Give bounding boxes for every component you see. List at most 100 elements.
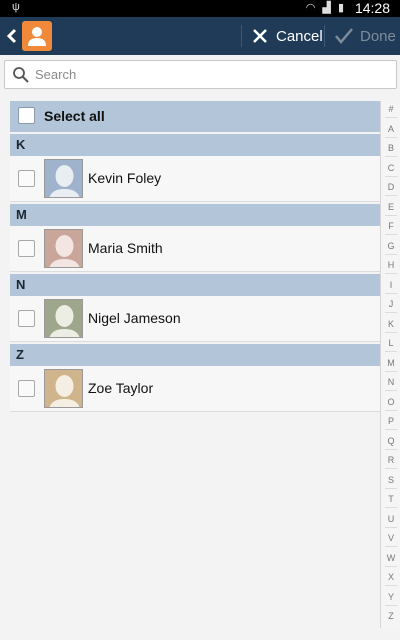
status-bar: ψ ◠ ▟ ▮ 14:28 [0,0,400,17]
checkmark-icon [335,28,353,44]
index-letter[interactable]: Z [381,611,400,621]
index-letter[interactable]: S [381,475,400,485]
contact-name: Maria Smith [88,240,163,256]
action-divider [241,25,242,47]
select-all-row[interactable]: Select all [10,101,380,132]
search-placeholder: Search [35,67,77,82]
search-bar: Search [0,55,400,93]
index-letter[interactable]: L [381,338,400,348]
status-icons: ◠ ▟ ▮ [306,1,346,14]
index-letter[interactable]: F [381,221,400,231]
index-letter[interactable]: O [381,397,400,407]
index-letter[interactable]: X [381,572,400,582]
index-divider [385,175,397,177]
index-divider [385,234,397,235]
index-divider [385,526,397,528]
index-letter[interactable]: U [381,514,400,524]
index-divider [385,156,397,157]
chevron-left-icon [6,28,17,44]
index-divider [385,351,397,352]
person-avatar-icon [49,235,80,267]
status-clock: 14:28 [354,0,390,16]
contact-row[interactable]: Nigel Jameson [10,296,380,342]
index-letter[interactable]: # [381,104,400,114]
avatar [44,299,83,338]
index-divider [385,136,397,138]
index-divider [385,546,397,547]
index-divider [385,448,397,450]
index-divider [385,429,397,430]
index-letter[interactable]: D [381,182,400,192]
index-divider [385,331,397,333]
index-letter[interactable]: W [381,553,400,563]
index-letter[interactable]: T [381,494,400,504]
index-letter[interactable]: B [381,143,400,153]
section-letter: M [16,207,27,222]
person-avatar-icon [49,165,80,197]
alphabet-index[interactable]: # A B C D E F G H I J K L M N O P Q R S T U V W X Y Z [380,101,400,628]
section-header-n: N [10,274,380,296]
usb-icon: ψ [12,1,20,13]
index-letter[interactable]: K [381,319,400,329]
action-bar: Cancel Done [0,17,400,55]
index-letter[interactable]: P [381,416,400,426]
index-divider [385,507,397,508]
index-letter[interactable]: Q [381,436,400,446]
index-letter[interactable]: Y [381,592,400,602]
index-letter[interactable]: G [381,241,400,251]
person-avatar-icon [49,305,80,337]
select-all-label: Select all [44,108,105,124]
search-icon [13,67,29,83]
index-letter[interactable]: N [381,377,400,387]
section-header-z: Z [10,344,380,366]
person-avatar-icon [49,375,80,407]
index-divider [385,117,397,118]
contacts-app-icon[interactable] [22,21,52,51]
index-letter[interactable]: E [381,202,400,212]
section-letter: N [16,277,26,292]
close-icon [253,29,267,43]
index-divider [385,195,397,196]
person-icon [28,27,46,46]
contact-checkbox[interactable] [18,170,35,187]
cancel-button[interactable]: Cancel [248,17,324,55]
action-divider [324,25,325,47]
contact-row[interactable]: Zoe Taylor [10,366,380,412]
avatar [44,159,83,198]
section-header-m: M [10,204,380,226]
index-divider [385,565,397,567]
done-label: Done [360,28,396,45]
done-button[interactable]: Done [330,17,396,55]
section-letter: K [16,137,26,152]
section-letter: Z [16,347,24,362]
index-letter[interactable]: I [381,280,400,290]
index-divider [385,273,397,274]
contact-row[interactable]: Maria Smith [10,226,380,272]
index-letter[interactable]: M [381,358,400,368]
contact-checkbox[interactable] [18,310,35,327]
battery-icon: ▮ [337,2,346,14]
signal-icon: ▟ [322,2,333,14]
index-divider [385,487,397,489]
index-divider [385,312,397,313]
select-all-checkbox[interactable] [18,107,35,124]
contact-row[interactable]: Kevin Foley [10,156,380,202]
index-divider [385,409,397,411]
index-letter[interactable]: J [381,299,400,309]
index-letter[interactable]: A [381,124,400,134]
contact-checkbox[interactable] [18,380,35,397]
index-letter[interactable]: C [381,163,400,173]
contact-list: Select all K Kevin Foley M Maria Smith N [10,101,380,412]
index-letter[interactable]: H [381,260,400,270]
contact-checkbox[interactable] [18,240,35,257]
index-letter[interactable]: V [381,533,400,543]
index-divider [385,604,397,606]
index-divider [385,214,397,216]
search-input[interactable]: Search [4,60,397,89]
index-divider [385,390,397,391]
index-letter[interactable]: R [381,455,400,465]
avatar [44,369,83,408]
back-button[interactable] [4,24,20,48]
index-divider [385,370,397,372]
index-divider [385,253,397,255]
